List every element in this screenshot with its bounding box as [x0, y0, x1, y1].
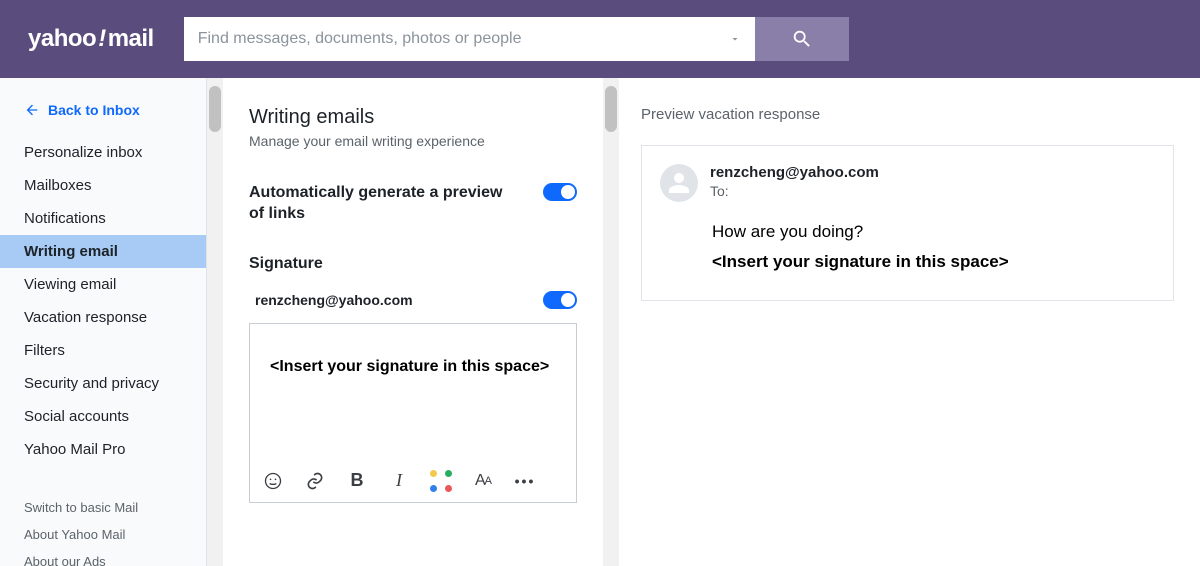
- link-button[interactable]: [304, 470, 326, 492]
- sidebar-item-viewing-email[interactable]: Viewing email: [0, 268, 206, 301]
- back-to-inbox-label: Back to Inbox: [48, 102, 140, 118]
- preview-header: renzcheng@yahoo.com To:: [660, 164, 1151, 202]
- setting-link-preview: Automatically generate a preview of link…: [249, 183, 577, 225]
- writing-email-settings-panel: Writing emails Manage your email writing…: [223, 78, 603, 566]
- link-preview-toggle[interactable]: [543, 183, 577, 201]
- chevron-down-icon: [729, 33, 741, 45]
- text-color-button[interactable]: [430, 470, 452, 492]
- settings-scrollbar[interactable]: [603, 78, 619, 566]
- logo-text-prefix: yahoo: [28, 25, 96, 52]
- color-dot-yellow-icon: [430, 470, 437, 477]
- color-dot-blue-icon: [430, 485, 437, 492]
- preview-from-email: renzcheng@yahoo.com: [710, 164, 879, 181]
- sidebar-item-mailboxes[interactable]: Mailboxes: [0, 169, 206, 202]
- sidebar-item-vacation-response[interactable]: Vacation response: [0, 301, 206, 334]
- scrollbar-thumb[interactable]: [209, 86, 221, 132]
- signature-textarea[interactable]: <Insert your signature in this space>: [250, 324, 576, 460]
- logo-text-suffix: mail: [108, 25, 154, 52]
- signature-heading: Signature: [249, 255, 577, 273]
- sidebar-link-about-our-ads[interactable]: About our Ads: [0, 548, 206, 566]
- font-size-button[interactable]: AA: [472, 470, 494, 492]
- logo-bang: !: [96, 25, 108, 52]
- preview-heading: Preview vacation response: [641, 106, 1174, 123]
- bold-button[interactable]: B: [346, 470, 368, 492]
- sidebar-item-social-accounts[interactable]: Social accounts: [0, 400, 206, 433]
- settings-sidebar: Back to Inbox Personalize inbox Mailboxe…: [0, 78, 207, 566]
- setting-link-preview-label: Automatically generate a preview of link…: [249, 183, 519, 225]
- sidebar-link-switch-basic[interactable]: Switch to basic Mail: [0, 494, 206, 521]
- color-dot-green-icon: [445, 470, 452, 477]
- italic-button[interactable]: I: [388, 470, 410, 492]
- scrollbar-thumb[interactable]: [605, 86, 617, 132]
- search-dropdown-toggle[interactable]: [715, 17, 755, 61]
- sidebar-secondary: Switch to basic Mail About Yahoo Mail Ab…: [0, 494, 206, 566]
- app-header: yahoo!mail: [0, 0, 1200, 78]
- sidebar-item-notifications[interactable]: Notifications: [0, 202, 206, 235]
- preview-body-text: How are you doing?: [712, 222, 1151, 242]
- panel-subtitle: Manage your email writing experience: [249, 133, 577, 149]
- signature-account-email: renzcheng@yahoo.com: [249, 292, 413, 308]
- preview-panel: Preview vacation response renzcheng@yaho…: [619, 78, 1200, 566]
- sidebar-item-personalize-inbox[interactable]: Personalize inbox: [0, 136, 206, 169]
- search-bar: [184, 17, 849, 61]
- preview-card: renzcheng@yahoo.com To: How are you doin…: [641, 145, 1174, 301]
- search-button[interactable]: [755, 17, 849, 61]
- back-to-inbox-link[interactable]: Back to Inbox: [0, 92, 206, 136]
- sidebar-item-security-privacy[interactable]: Security and privacy: [0, 367, 206, 400]
- signature-editor: <Insert your signature in this space> B …: [249, 323, 577, 503]
- emoji-icon: [263, 471, 283, 491]
- sidebar-item-writing-email[interactable]: Writing email: [0, 235, 206, 268]
- preview-to-label: To:: [710, 183, 879, 199]
- sidebar-scrollbar[interactable]: [207, 78, 223, 566]
- sidebar-item-filters[interactable]: Filters: [0, 334, 206, 367]
- emoji-button[interactable]: [262, 470, 284, 492]
- color-dot-red-icon: [445, 485, 452, 492]
- sidebar-link-about-yahoo-mail[interactable]: About Yahoo Mail: [0, 521, 206, 548]
- signature-account-row: renzcheng@yahoo.com: [249, 291, 577, 309]
- signature-toggle[interactable]: [543, 291, 577, 309]
- person-icon: [667, 171, 691, 195]
- sidebar-item-yahoo-mail-pro[interactable]: Yahoo Mail Pro: [0, 433, 206, 466]
- yahoo-mail-logo: yahoo!mail: [28, 25, 154, 53]
- link-icon: [305, 471, 325, 491]
- more-button[interactable]: •••: [514, 470, 536, 492]
- preview-signature-text: <Insert your signature in this space>: [712, 252, 1151, 272]
- search-input[interactable]: [184, 17, 715, 61]
- search-icon: [791, 28, 813, 50]
- avatar: [660, 164, 698, 202]
- arrow-left-icon: [24, 102, 40, 118]
- panel-title: Writing emails: [249, 106, 577, 129]
- signature-toolbar: B I AA •••: [250, 460, 576, 502]
